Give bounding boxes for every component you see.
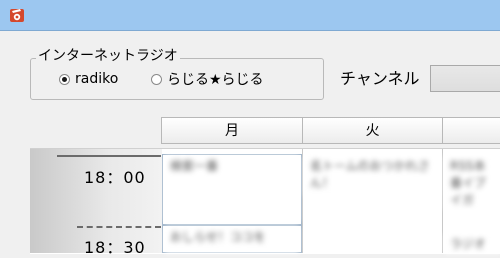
- half-hour-marker-line: [77, 226, 161, 228]
- program-cell[interactable]: 名トームのおつかれさん！: [305, 156, 439, 196]
- program-cell[interactable]: RSS本番イブイガ: [445, 156, 500, 210]
- radio-radiko[interactable]: radiko: [59, 71, 118, 87]
- channel-select[interactable]: [430, 65, 500, 92]
- day-header-tuesday[interactable]: 火: [302, 117, 442, 144]
- source-group-title: インターネットラジオ: [36, 47, 180, 65]
- column-divider: [302, 149, 303, 253]
- radio-radiru-label: らじる★らじる: [167, 72, 264, 88]
- radio-radiru[interactable]: らじる★らじる: [151, 71, 264, 88]
- radio-radiko-circle[interactable]: [59, 73, 70, 85]
- column-divider: [442, 149, 443, 253]
- radio-radiru-circle[interactable]: [151, 73, 162, 85]
- radio-radiko-label: radiko: [75, 71, 119, 87]
- program-cell[interactable]: おしらせ！ココを: [165, 227, 299, 253]
- title-bar: [0, 0, 500, 31]
- time-label-1830: 18：30: [84, 238, 146, 257]
- hour-marker-line: [57, 155, 161, 157]
- program-cell[interactable]: 検索一番: [165, 156, 299, 222]
- channel-label: チャンネル: [340, 69, 420, 88]
- day-header-monday[interactable]: 月: [161, 117, 302, 144]
- day-header-wednesday[interactable]: [442, 117, 500, 144]
- time-label-1800: 18：00: [84, 168, 146, 187]
- program-cell[interactable]: ラジオ: [445, 234, 500, 253]
- app-logo-icon: [10, 9, 24, 22]
